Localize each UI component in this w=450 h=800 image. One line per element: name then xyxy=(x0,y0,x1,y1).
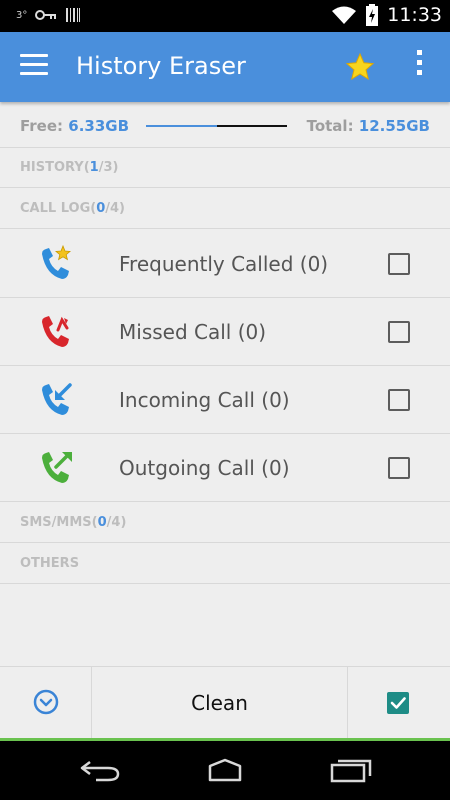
checkmark-icon xyxy=(390,697,406,709)
frequently-called-checkbox[interactable] xyxy=(388,253,410,275)
status-temp: 3° xyxy=(16,9,28,21)
battery-icon xyxy=(366,4,379,26)
select-all-checkbox[interactable] xyxy=(387,692,409,714)
status-clock: 11:33 xyxy=(387,4,442,26)
app-bar: History Eraser xyxy=(0,32,450,102)
list-item-label: Frequently Called (0) xyxy=(119,252,329,276)
section-sms-mms-label: SMS/MMS(0/4) xyxy=(20,515,126,530)
total-value: 12.55GB xyxy=(358,117,430,135)
section-total-count: /4) xyxy=(106,515,127,530)
recents-icon[interactable] xyxy=(328,756,374,784)
select-all-toggle[interactable] xyxy=(348,667,450,739)
expand-button[interactable] xyxy=(0,667,92,739)
section-name: OTHERS xyxy=(20,556,80,571)
section-name: SMS/MMS xyxy=(20,515,92,530)
list-item-outgoing-call[interactable]: Outgoing Call (0) xyxy=(0,434,450,502)
section-others-label: OTHERS xyxy=(20,556,79,571)
section-name: HISTORY xyxy=(20,160,84,175)
star-icon[interactable] xyxy=(345,52,375,82)
section-selected-count: 0 xyxy=(96,201,106,216)
section-total-count: /3) xyxy=(98,160,119,175)
incoming-call-checkbox[interactable] xyxy=(388,389,410,411)
phone-missed-icon xyxy=(42,316,69,347)
section-selected-count: 0 xyxy=(97,515,107,530)
home-icon[interactable] xyxy=(200,756,250,784)
back-icon[interactable] xyxy=(78,756,122,784)
list-item-label: Outgoing Call (0) xyxy=(119,456,290,480)
free-storage: Free: 6.33GB xyxy=(20,117,129,135)
section-history-label: HISTORY(1/3) xyxy=(20,160,118,175)
free-value: 6.33GB xyxy=(68,117,130,135)
section-history[interactable]: HISTORY(1/3) xyxy=(0,148,450,188)
section-name: CALL LOG xyxy=(20,201,91,216)
status-bar: 3° 11:33 xyxy=(0,0,450,32)
total-label: Total: xyxy=(306,117,359,135)
list-item-frequently-called[interactable]: Frequently Called (0) xyxy=(0,230,450,298)
section-others[interactable]: OTHERS xyxy=(0,544,450,584)
barcode-icon xyxy=(66,8,81,22)
section-sms-mms[interactable]: SMS/MMS(0/4) xyxy=(0,503,450,543)
more-vert-icon[interactable] xyxy=(412,50,426,84)
key-icon xyxy=(35,10,57,20)
outgoing-call-checkbox[interactable] xyxy=(388,457,410,479)
storage-bar-fill xyxy=(146,125,217,127)
section-call-log[interactable]: CALL LOG(0/4) xyxy=(0,189,450,229)
section-call-log-label: CALL LOG(0/4) xyxy=(20,201,125,216)
expand-circle-icon xyxy=(33,689,59,715)
list-item-label: Missed Call (0) xyxy=(119,320,267,344)
section-total-count: /4) xyxy=(105,201,125,216)
storage-bar xyxy=(146,125,287,127)
list-item-label: Incoming Call (0) xyxy=(119,388,290,412)
list-item-missed-call[interactable]: Missed Call (0) xyxy=(0,298,450,366)
section-selected-count: 1 xyxy=(89,160,99,175)
system-nav-bar xyxy=(0,741,450,800)
clean-button-label: Clean xyxy=(191,691,248,715)
hamburger-menu-icon[interactable] xyxy=(20,54,48,80)
phone-outgoing-icon xyxy=(42,452,72,483)
storage-summary: Free: 6.33GB Total: 12.55GB xyxy=(0,102,450,148)
bottom-action-bar: Clean xyxy=(0,666,450,739)
clean-button[interactable]: Clean xyxy=(92,667,348,739)
total-storage: Total: 12.55GB xyxy=(307,117,430,135)
missed-call-checkbox[interactable] xyxy=(388,321,410,343)
wifi-icon xyxy=(332,6,357,24)
free-label: Free: xyxy=(20,117,69,135)
list-item-incoming-call[interactable]: Incoming Call (0) xyxy=(0,366,450,434)
app-title: History Eraser xyxy=(76,52,246,80)
phone-star-icon xyxy=(42,244,72,279)
phone-incoming-icon xyxy=(42,383,72,415)
